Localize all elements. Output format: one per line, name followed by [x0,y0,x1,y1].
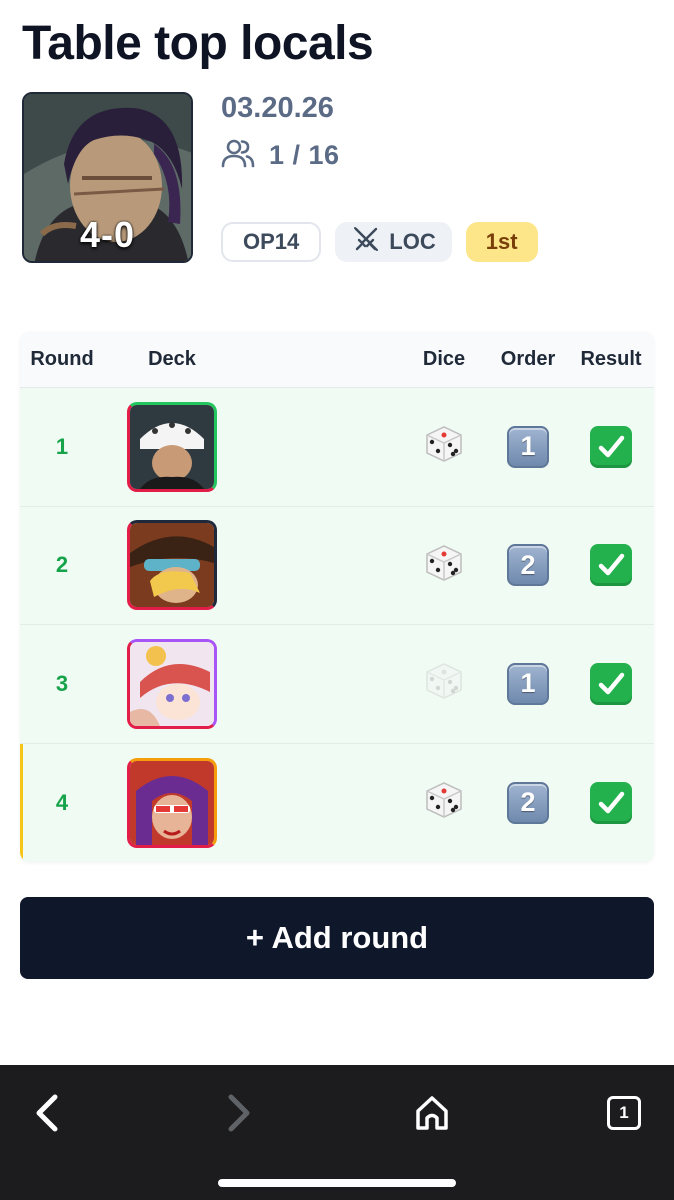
placement-badge: 1st [465,222,538,262]
table-header: Round Deck Dice Order Result [20,332,654,388]
tab-count: 1 [607,1096,641,1130]
event-date: 03.20.26 [221,92,334,124]
chevron-right-icon [228,1094,250,1132]
format-badge-label: LOC [389,229,436,254]
users-icon [221,138,255,173]
header-result: Result [580,348,642,370]
deck-leader-image[interactable] [127,520,217,611]
table-row[interactable]: 3 1 [20,625,654,744]
match-record: 4-0 [79,214,136,255]
turn-order-badge: 1 [507,662,549,705]
home-button[interactable] [402,1083,462,1143]
deck-leader-image[interactable] [127,757,217,848]
turn-order-badge: 2 [507,544,549,587]
rounds-table: Round Deck Dice Order Result 1 1 2 2 3 1… [20,332,654,862]
dice-won-icon [426,426,462,463]
home-indicator[interactable] [218,1179,456,1187]
player-count: 1 / 16 [221,138,340,173]
turn-order-badge: 2 [507,781,549,824]
round-number: 4 [55,789,69,815]
page-title: Table top locals [22,17,374,70]
event-badges: OP14 LOC 1st [221,222,538,262]
turn-order-badge: 1 [507,425,549,468]
dice-won-icon [426,782,462,819]
header-dice: Dice [422,348,466,370]
win-check-icon [590,662,632,705]
round-number: 1 [55,433,69,459]
set-badge: OP14 [221,222,322,262]
chevron-left-icon [36,1094,58,1132]
dice-lost-icon [426,663,462,700]
header-deck: Deck [148,348,196,370]
forward-button[interactable] [208,1083,268,1143]
deck-leader-image[interactable] [127,401,217,492]
table-row[interactable]: 2 2 [20,506,654,625]
format-badge: LOC [335,222,452,262]
leader-cover-image: 4-0 [22,92,193,263]
win-check-icon [590,544,632,587]
deck-leader-image[interactable] [127,638,217,729]
dice-won-icon [426,544,462,581]
home-icon [416,1096,448,1130]
round-number: 3 [55,670,69,696]
win-check-icon [590,425,632,468]
back-button[interactable] [18,1083,78,1143]
header-order: Order [500,348,556,370]
table-row[interactable]: 4 2 [20,743,654,862]
player-count-text: 1 / 16 [269,140,340,170]
add-round-button[interactable]: + Add round [20,897,654,979]
crossed-swords-icon [353,226,379,258]
win-check-icon [590,781,632,824]
header-round: Round [30,348,94,370]
round-number: 2 [55,552,69,578]
table-row[interactable]: 1 1 [20,388,654,507]
tabs-button[interactable]: 1 [594,1083,654,1143]
